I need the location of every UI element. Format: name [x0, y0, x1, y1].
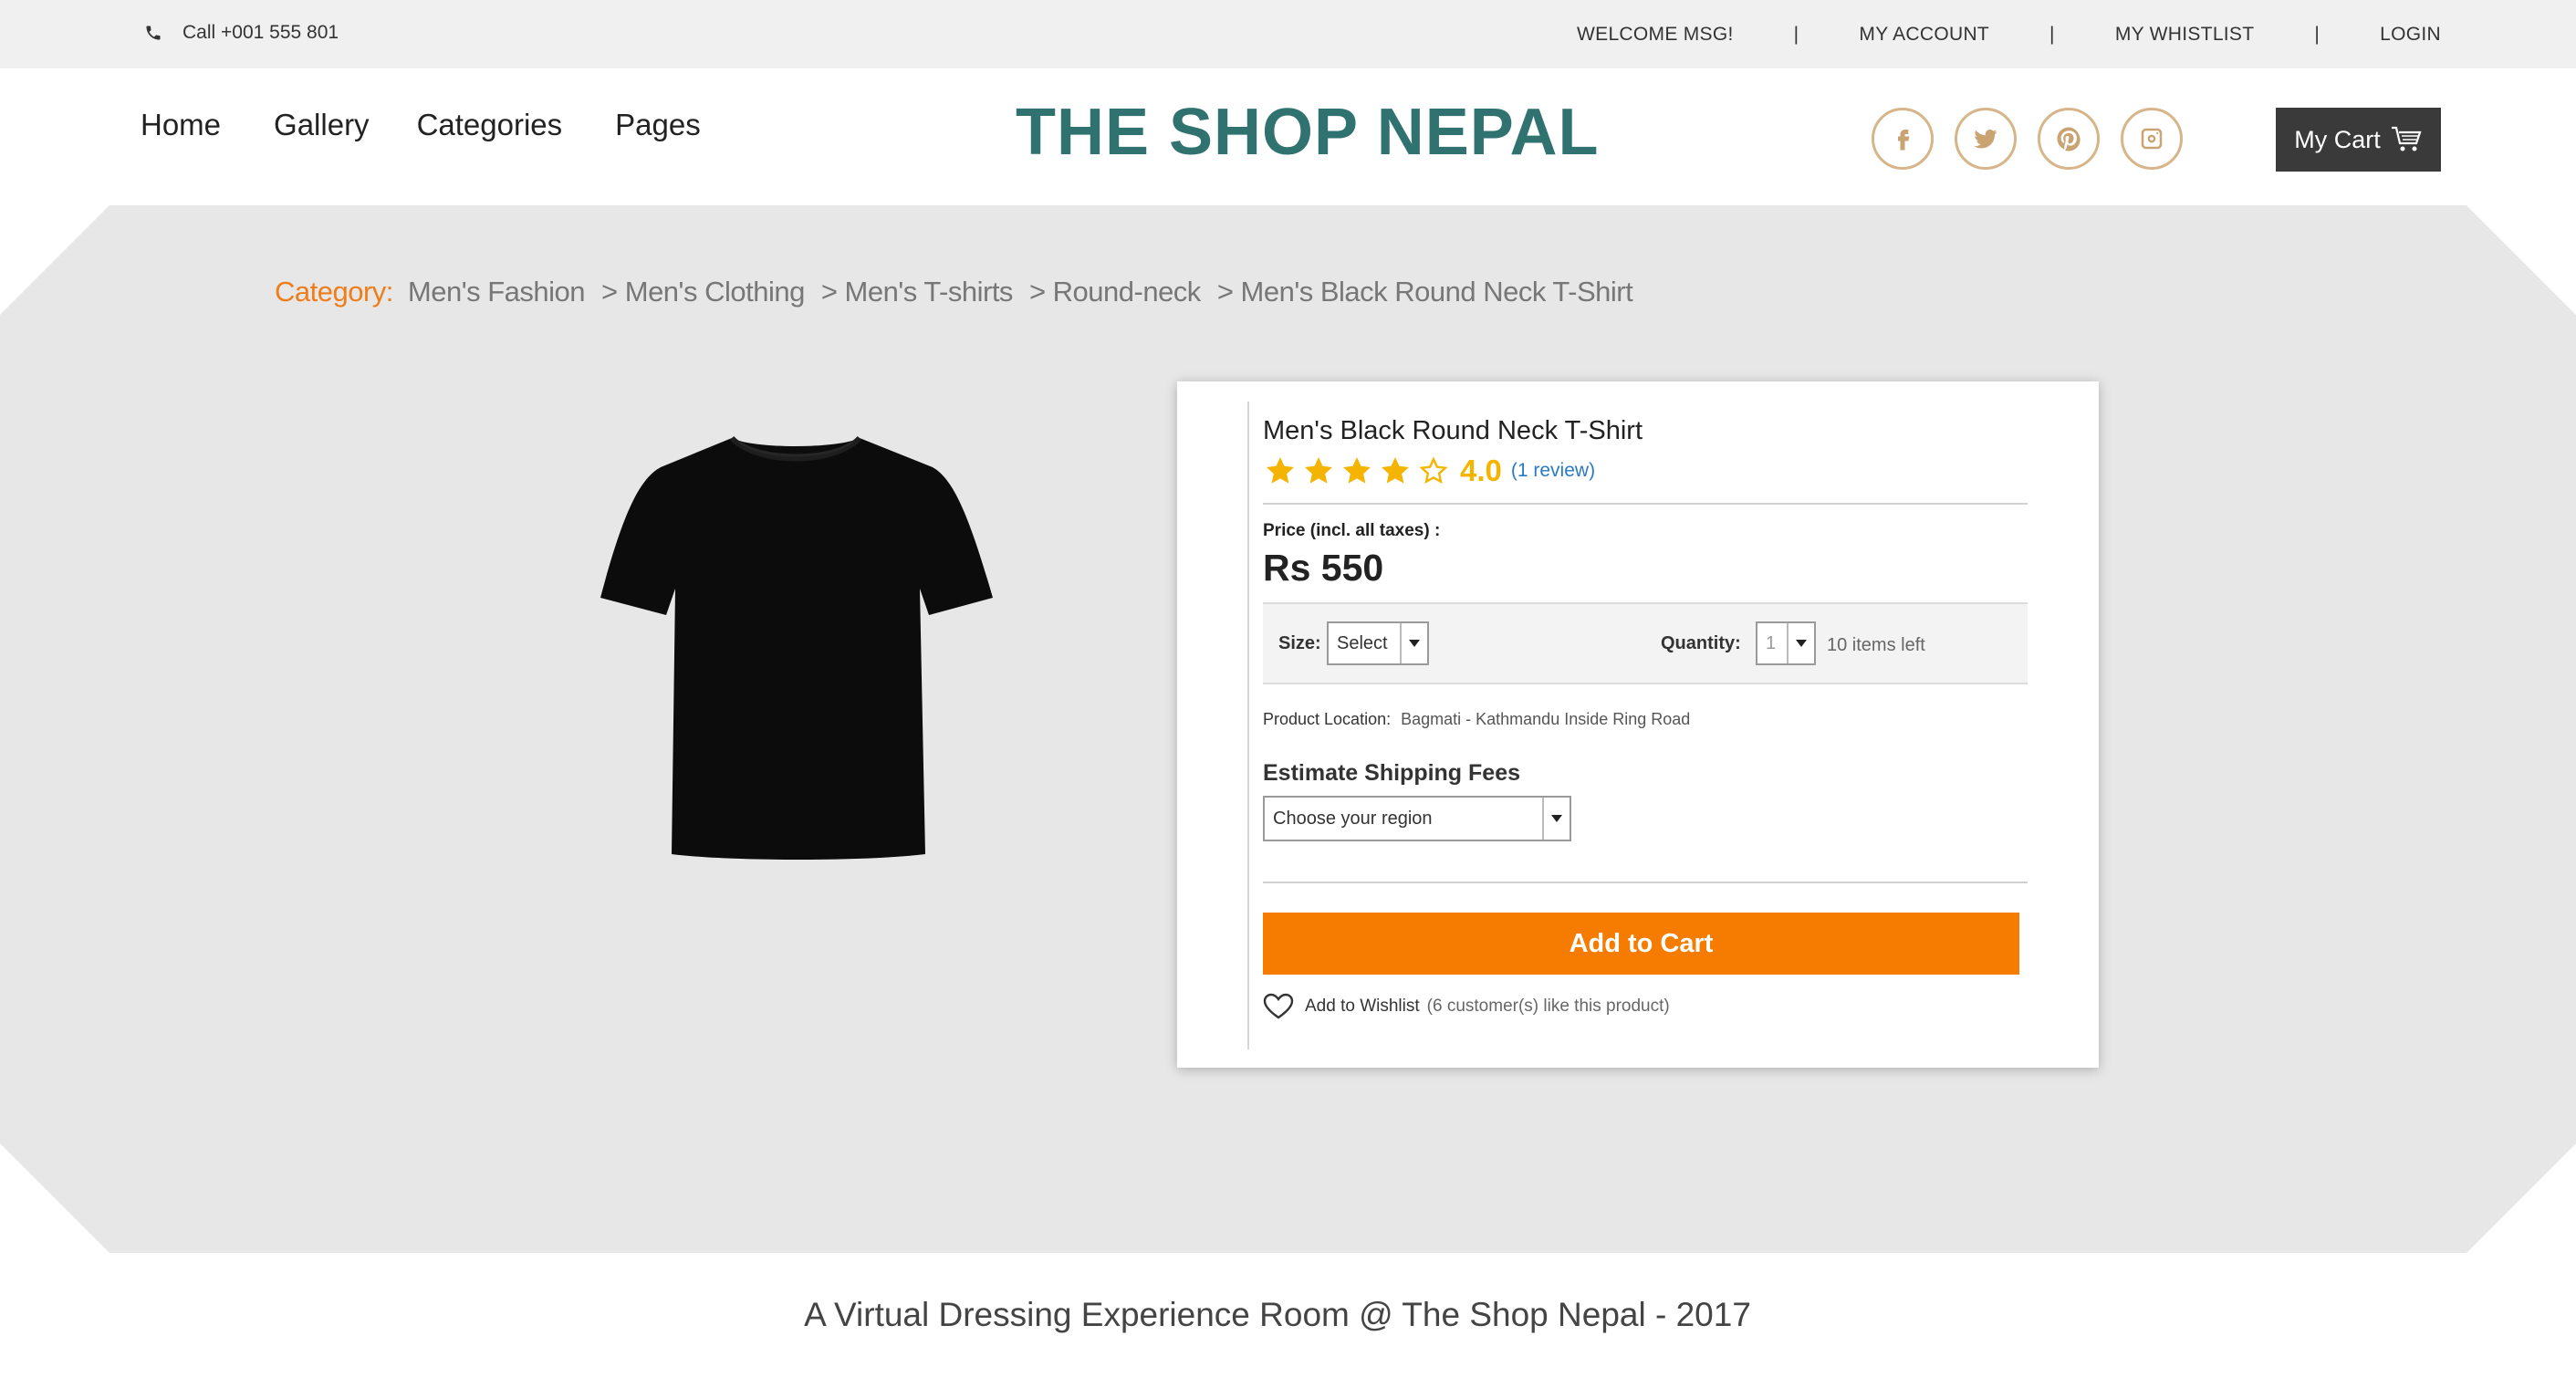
quantity-label: Quantity: — [1661, 633, 1741, 653]
instagram-button[interactable] — [2121, 108, 2183, 170]
nav-home[interactable]: Home — [141, 108, 221, 142]
wishlist-likes: (6 customer(s) like this product) — [1426, 997, 1670, 1016]
location-label: Product Location: — [1263, 710, 1392, 728]
region-placeholder: Choose your region — [1273, 808, 1433, 829]
wishlist-row: Add to Wishlist (6 customer(s) like this… — [1263, 993, 2028, 1020]
phone-icon — [146, 26, 161, 40]
shopping-cart-icon — [2391, 126, 2422, 151]
star-filled-icon — [1343, 457, 1371, 484]
my-cart-button[interactable]: My Cart — [2276, 108, 2441, 172]
divider — [1263, 882, 2028, 883]
quantity-select[interactable]: 1 — [1756, 621, 1816, 665]
separator: | — [2314, 24, 2320, 45]
top-bar: Call +001 555 801 WELCOME MSG! | MY ACCO… — [0, 0, 2576, 68]
shipping-title: Estimate Shipping Fees — [1263, 760, 1521, 786]
divider — [1263, 503, 2028, 505]
footer-text: A Virtual Dressing Experience Room @ The… — [804, 1296, 1751, 1333]
nav-gallery[interactable]: Gallery — [274, 108, 370, 142]
options-panel: Size: Select Quantity: 1 10 items left — [1263, 602, 2028, 684]
region-select[interactable]: Choose your region — [1263, 796, 1571, 841]
dropdown-arrow-icon — [1787, 623, 1814, 663]
dropdown-arrow-icon — [1542, 798, 1570, 840]
breadcrumb-item[interactable]: > Men's Clothing — [601, 276, 805, 308]
heart-icon[interactable] — [1263, 993, 1294, 1020]
location-value: Bagmati - Kathmandu Inside Ring Road — [1401, 710, 1691, 728]
my-account-link[interactable]: MY ACCOUNT — [1859, 24, 1989, 46]
instagram-icon — [2141, 128, 2163, 150]
facebook-icon — [1898, 130, 1910, 151]
top-nav: WELCOME MSG! | MY ACCOUNT | MY WHISTLIST… — [1577, 24, 2441, 46]
social-links — [1872, 108, 2183, 170]
login-link[interactable]: LOGIN — [2380, 24, 2441, 46]
divider — [1247, 402, 1249, 1049]
cart-label: My Cart — [2294, 125, 2381, 153]
pinterest-button[interactable] — [2038, 108, 2100, 170]
breadcrumb-item-current: > Men's Black Round Neck T-Shirt — [1216, 276, 1633, 308]
rating-value: 4.0 — [1460, 454, 1502, 487]
product-card: Men's Black Round Neck T-Shirt 4.0 (1 re… — [1177, 381, 2099, 1068]
breadcrumb-item[interactable]: > Round-neck — [1029, 276, 1201, 308]
nav-categories[interactable]: Categories — [417, 108, 563, 142]
phone-text: Call +001 555 801 — [183, 22, 339, 43]
product-title: Men's Black Round Neck T-Shirt — [1263, 416, 1643, 445]
dropdown-arrow-icon — [1400, 623, 1427, 663]
star-filled-icon — [1305, 457, 1332, 484]
region-select-wrapper: Choose your region — [1263, 796, 1571, 841]
facebook-button[interactable] — [1872, 108, 1934, 170]
breadcrumb-item[interactable]: > Men's T-shirts — [821, 276, 1014, 308]
twitter-button[interactable] — [1955, 108, 2017, 170]
separator: | — [1793, 24, 1799, 45]
star-rating — [1263, 454, 1451, 487]
add-to-wishlist-link[interactable]: Add to Wishlist — [1305, 997, 1420, 1017]
main-nav: Home Gallery Categories Pages — [141, 108, 754, 142]
separator: | — [2049, 24, 2055, 45]
stock-count: 10 items left — [1827, 635, 1925, 655]
breadcrumb-item[interactable]: Men's Fashion — [408, 276, 586, 308]
price-label: Price (incl. all taxes) : — [1263, 521, 1441, 540]
star-empty-icon — [1419, 456, 1448, 485]
twitter-icon — [1974, 130, 1997, 149]
breadcrumb-label: Category: — [275, 276, 393, 308]
product-image[interactable] — [593, 429, 998, 862]
star-filled-icon — [1267, 457, 1294, 484]
my-wishlist-link[interactable]: MY WHISTLIST — [2115, 24, 2255, 46]
star-filled-icon — [1382, 457, 1409, 484]
welcome-msg: WELCOME MSG! — [1577, 24, 1734, 45]
site-logo[interactable]: THE SHOP NEPAL — [1016, 95, 1599, 170]
review-link[interactable]: (1 review) — [1511, 460, 1595, 482]
size-value: Select — [1337, 632, 1388, 653]
add-to-cart-button[interactable]: Add to Cart — [1263, 913, 2019, 975]
breadcrumb: Category: Men's Fashion > Men's Clothing… — [275, 276, 1633, 308]
size-select[interactable]: Select — [1327, 621, 1429, 665]
phone-contact: Call +001 555 801 — [144, 22, 339, 44]
size-label: Size: — [1278, 633, 1321, 653]
pinterest-icon — [2057, 127, 2081, 151]
nav-pages[interactable]: Pages — [615, 108, 701, 142]
quantity-value: 1 — [1766, 632, 1777, 653]
price-value: Rs 550 — [1263, 547, 1384, 589]
product-rating: 4.0 (1 review) — [1263, 454, 2028, 488]
product-location: Product Location: Bagmati - Kathmandu In… — [1263, 710, 2028, 729]
